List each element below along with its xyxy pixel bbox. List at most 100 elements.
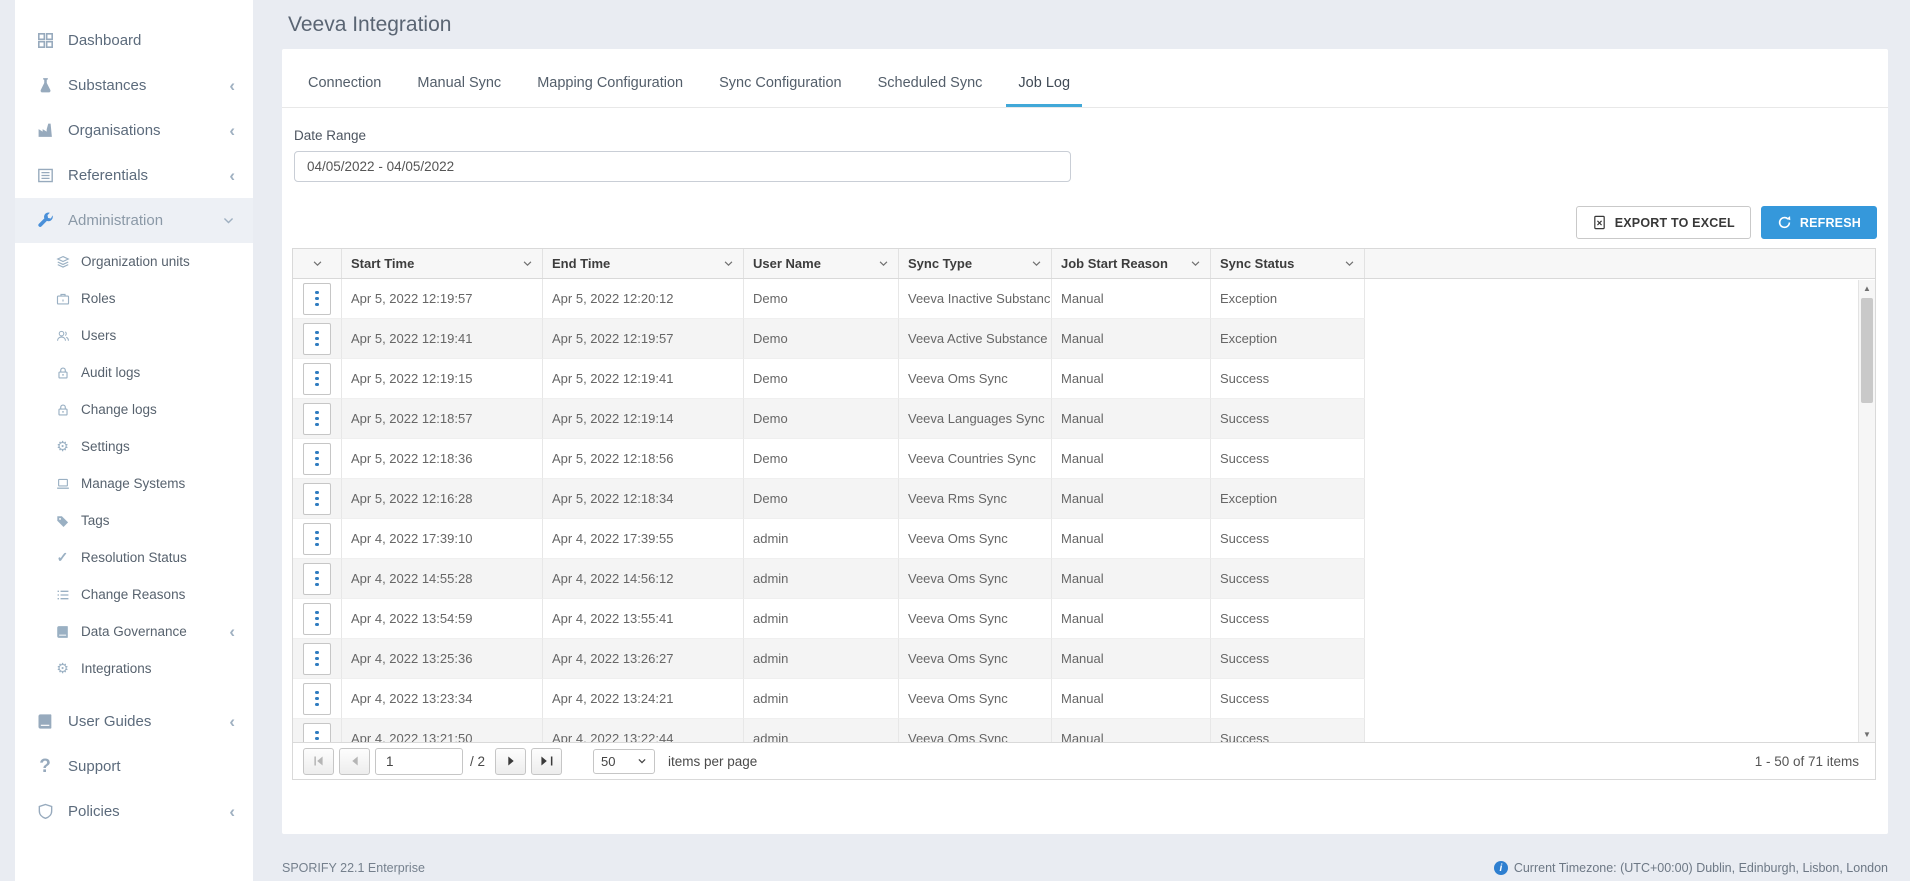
last-page-button[interactable] [531, 748, 562, 775]
scrollbar-thumb[interactable] [1861, 298, 1873, 403]
row-menu-button[interactable] [303, 643, 331, 675]
row-menu-button[interactable] [303, 563, 331, 595]
sidebar-item-organisations[interactable]: Organisations‹ [15, 108, 253, 153]
row-menu-cell [293, 479, 342, 519]
tab-connection[interactable]: Connection [296, 49, 393, 107]
cell-sync-status: Success [1211, 719, 1365, 742]
row-menu-button[interactable] [303, 683, 331, 715]
tab-bar: ConnectionManual SyncMapping Configurati… [282, 49, 1888, 108]
table-row: Apr 5, 2022 12:16:28Apr 5, 2022 12:18:34… [293, 479, 1875, 519]
cell-end-time: Apr 4, 2022 14:56:12 [543, 559, 744, 599]
chevron-left-icon: ‹ [229, 122, 235, 139]
sidebar-item-dashboard[interactable]: Dashboard [15, 18, 253, 63]
cell-sync-status: Success [1211, 559, 1365, 599]
cell-job-start-reason: Manual [1052, 639, 1211, 679]
sidebar-item-roles[interactable]: Roles [15, 280, 253, 317]
sidebar-subitem-label: Tags [81, 513, 110, 528]
cell-job-start-reason: Manual [1052, 519, 1211, 559]
sidebar-item-organization-units[interactable]: Organization units [15, 243, 253, 280]
sidebar-item-data-governance[interactable]: Data Governance‹ [15, 613, 253, 650]
row-menu-button[interactable] [303, 443, 331, 475]
chevron-down-icon[interactable] [1344, 258, 1355, 269]
chevron-left-icon: ‹ [229, 803, 235, 820]
row-menu-cell [293, 359, 342, 399]
sidebar-item-user-guides[interactable]: User Guides‹ [15, 699, 253, 744]
cell-sync-status: Success [1211, 519, 1365, 559]
sidebar-item-tags[interactable]: Tags [15, 502, 253, 539]
cell-user-name: Demo [744, 479, 899, 519]
cell-end-time: Apr 5, 2022 12:19:41 [543, 359, 744, 399]
row-menu-button[interactable] [303, 603, 331, 635]
sidebar-subitem-label: Change logs [81, 402, 157, 417]
tab-sync-configuration[interactable]: Sync Configuration [707, 49, 854, 107]
row-menu-button[interactable] [303, 283, 331, 315]
row-menu-button[interactable] [303, 403, 331, 435]
column-header-sync-type[interactable]: Sync Type [899, 249, 1052, 278]
lock-icon [53, 364, 72, 381]
vertical-scrollbar[interactable]: ▲ ▼ [1858, 280, 1875, 742]
sidebar-item-administration[interactable]: Administration [15, 198, 253, 243]
cell-job-start-reason: Manual [1052, 359, 1211, 399]
sidebar-item-change-logs[interactable]: Change logs [15, 391, 253, 428]
footer: SPORIFY 22.1 Enterprise i Current Timezo… [282, 861, 1888, 875]
column-header-start-time[interactable]: Start Time [342, 249, 543, 278]
cell-start-time: Apr 5, 2022 12:18:57 [342, 399, 543, 439]
row-menu-button[interactable] [303, 483, 331, 515]
timezone-label: Current Timezone: (UTC+00:00) Dublin, Ed… [1514, 861, 1888, 875]
chevron-left-icon: ‹ [229, 167, 235, 184]
chevron-down-icon[interactable] [1190, 258, 1201, 269]
cell-sync-status: Success [1211, 679, 1365, 719]
lock-icon [53, 401, 72, 418]
column-menu-header[interactable] [293, 249, 342, 278]
column-header-sync-status[interactable]: Sync Status [1211, 249, 1365, 278]
sidebar-subitem-label: Organization units [81, 254, 190, 269]
sidebar-item-integrations[interactable]: ⚙︎Integrations [15, 650, 253, 687]
chevron-down-icon[interactable] [723, 258, 734, 269]
page-number-input[interactable] [375, 748, 463, 775]
row-menu-cell [293, 399, 342, 439]
row-filler [1365, 519, 1875, 559]
sidebar-subitem-label: Audit logs [81, 365, 140, 380]
sidebar-item-settings[interactable]: ⚙Settings [15, 428, 253, 465]
column-header-user-name[interactable]: User Name [744, 249, 899, 278]
row-menu-button[interactable] [303, 723, 331, 743]
column-header-label: Sync Status [1220, 256, 1294, 271]
next-page-button[interactable] [495, 748, 526, 775]
grid-body: Apr 5, 2022 12:19:57Apr 5, 2022 12:20:12… [293, 279, 1875, 742]
column-header-job-start-reason[interactable]: Job Start Reason [1052, 249, 1211, 278]
date-range-input[interactable] [294, 151, 1071, 182]
tab-scheduled-sync[interactable]: Scheduled Sync [866, 49, 995, 107]
check-icon: ✓ [53, 549, 72, 566]
first-page-button[interactable] [303, 748, 334, 775]
row-menu-button[interactable] [303, 323, 331, 355]
sidebar-item-substances[interactable]: Substances‹ [15, 63, 253, 108]
sidebar-item-audit-logs[interactable]: Audit logs [15, 354, 253, 391]
tab-mapping-configuration[interactable]: Mapping Configuration [525, 49, 695, 107]
chevron-down-icon[interactable] [522, 258, 533, 269]
sidebar-item-policies[interactable]: Policies‹ [15, 789, 253, 834]
sidebar-item-resolution-status[interactable]: ✓Resolution Status [15, 539, 253, 576]
column-header-end-time[interactable]: End Time [543, 249, 744, 278]
header-filler [1365, 249, 1875, 278]
previous-page-button[interactable] [339, 748, 370, 775]
tab-job-log[interactable]: Job Log [1006, 49, 1082, 107]
row-menu-cell [293, 719, 342, 742]
sidebar-item-manage-systems[interactable]: Manage Systems [15, 465, 253, 502]
row-menu-button[interactable] [303, 523, 331, 555]
export-to-excel-button[interactable]: EXPORT TO EXCEL [1576, 206, 1751, 239]
main-content: Veeva Integration ConnectionManual SyncM… [282, 0, 1888, 834]
chevron-down-icon[interactable] [878, 258, 889, 269]
chevron-down-icon[interactable] [1031, 258, 1042, 269]
scroll-up-icon[interactable]: ▲ [1859, 280, 1875, 296]
cell-sync-status: Success [1211, 599, 1365, 639]
sidebar-item-change-reasons[interactable]: Change Reasons [15, 576, 253, 613]
sidebar-item-support[interactable]: ?Support [15, 744, 253, 789]
sidebar-item-referentials[interactable]: Referentials‹ [15, 153, 253, 198]
sidebar-item-users[interactable]: Users [15, 317, 253, 354]
row-menu-button[interactable] [303, 363, 331, 395]
scroll-down-icon[interactable]: ▼ [1859, 726, 1875, 742]
cell-sync-status: Success [1211, 359, 1365, 399]
refresh-button[interactable]: REFRESH [1761, 206, 1877, 239]
tab-manual-sync[interactable]: Manual Sync [405, 49, 513, 107]
page-size-select[interactable]: 50 [593, 749, 655, 774]
